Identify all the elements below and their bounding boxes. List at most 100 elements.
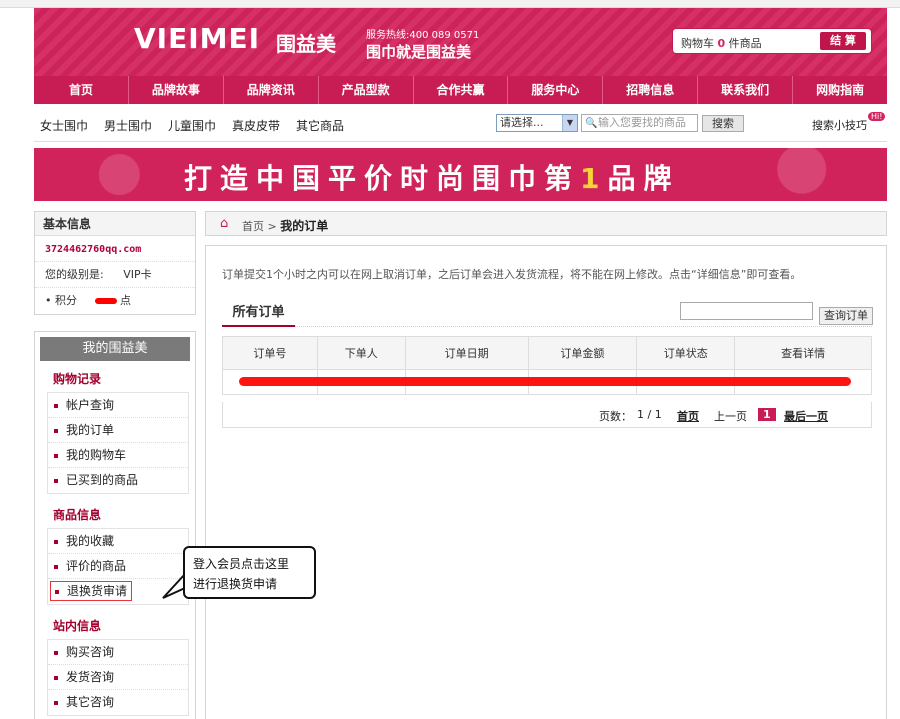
nav-products[interactable]: 产品型款 bbox=[319, 76, 414, 104]
search-input[interactable]: 🔍 输入您要找的商品 bbox=[581, 114, 698, 132]
user-email: 3724462760qq.com bbox=[45, 244, 142, 255]
col-order-date: 订单日期 bbox=[404, 336, 529, 370]
points-redacted bbox=[94, 298, 117, 304]
basic-info-panel: 基本信息 3724462760qq.com 您的级别是: VIP卡 • 积分 点 bbox=[34, 211, 196, 315]
pager-pages: 1 / 1 bbox=[637, 408, 662, 421]
orders-panel: 订单提交1个小时之内可以在网上取消订单，之后订单会进入发货流程，将不能在网上修改… bbox=[205, 245, 887, 719]
cart-label: 购物车 bbox=[681, 37, 714, 50]
cart-unit: 件商品 bbox=[728, 37, 762, 50]
level-value: VIP卡 bbox=[123, 268, 152, 281]
banner-post: 品牌 bbox=[607, 162, 680, 195]
banner-number: 1 bbox=[580, 162, 608, 195]
pager-label: 页数： bbox=[599, 410, 632, 423]
section-site-messages: 站内信息 bbox=[53, 619, 102, 633]
site-header: VIEIMEI 围益美 服务热线:400 089 0571 围巾就是围益美 购物… bbox=[34, 8, 887, 76]
table-header-row: 订单号 下单人 订单日期 订单金额 订单状态 查看详情 bbox=[222, 336, 872, 370]
level-label: 您的级别是: bbox=[45, 268, 104, 281]
top-strip bbox=[0, 0, 900, 8]
section-shopping-records: 购物记录 bbox=[53, 372, 102, 386]
col-order-no: 订单号 bbox=[222, 336, 318, 370]
breadcrumb-current: 我的订单 bbox=[280, 219, 329, 233]
col-status: 订单状态 bbox=[636, 336, 736, 370]
menu-purchased[interactable]: 已买到的商品 bbox=[48, 468, 188, 493]
cart-count: 0 bbox=[717, 37, 726, 50]
basic-info-box: 基本信息 3724462760qq.com 您的级别是: VIP卡 • 积分 点 bbox=[34, 211, 196, 315]
section-product-info: 商品信息 bbox=[53, 508, 102, 522]
category-select-value: 请选择... bbox=[500, 116, 544, 129]
search-placeholder: 输入您要找的商品 bbox=[598, 116, 686, 129]
cart-box[interactable]: 购物车 0 件商品 结 算 bbox=[672, 28, 872, 54]
order-query-input[interactable] bbox=[680, 302, 813, 320]
slogan: 围巾就是围益美 bbox=[366, 43, 472, 61]
my-account-menu: 我的围益美 购物记录 帐户查询 我的订单 我的购物车 已买到的商品 商品信息 我… bbox=[34, 331, 196, 719]
search-tips-link[interactable]: 搜索小技巧 bbox=[812, 117, 867, 133]
user-level-line: 您的级别是: VIP卡 bbox=[35, 262, 195, 288]
nav-brand-story[interactable]: 品牌故事 bbox=[129, 76, 224, 104]
menu-account-query[interactable]: 帐户查询 bbox=[48, 393, 188, 418]
hot-badge: Hi! bbox=[868, 112, 886, 121]
nav-cooperation[interactable]: 合作共赢 bbox=[414, 76, 509, 104]
pagination: 页数： 1 / 1 首页 上一页 1 最后一页 bbox=[222, 402, 872, 428]
promo-banner[interactable]: 打造中国平价时尚围巾第1品牌 bbox=[34, 148, 887, 201]
nav-guide[interactable]: 网购指南 bbox=[793, 76, 887, 104]
home-icon[interactable]: ⌂ bbox=[220, 216, 228, 231]
category-belts[interactable]: 真皮皮带 bbox=[232, 117, 280, 134]
menu-shopping: 帐户查询 我的订单 我的购物车 已买到的商品 bbox=[47, 392, 189, 494]
hotline: 服务热线:400 089 0571 bbox=[366, 30, 480, 41]
query-order-button[interactable]: 查询订单 bbox=[819, 307, 873, 325]
category-kids[interactable]: 儿童围巾 bbox=[168, 117, 216, 134]
breadcrumb-text: 首页 > 我的订单 bbox=[242, 217, 328, 234]
orders-table: 订单号 下单人 订单日期 订单金额 订单状态 查看详情 bbox=[222, 336, 872, 395]
category-women[interactable]: 女士围巾 bbox=[40, 117, 88, 134]
breadcrumb-home[interactable]: 首页 bbox=[242, 220, 264, 233]
user-email-line: 3724462760qq.com bbox=[35, 236, 195, 262]
category-men[interactable]: 男士围巾 bbox=[104, 117, 152, 134]
order-notice: 订单提交1个小时之内可以在网上取消订单，之后订单会进入发货流程，将不能在网上修改… bbox=[222, 268, 802, 281]
col-buyer: 下单人 bbox=[316, 336, 406, 370]
category-other[interactable]: 其它商品 bbox=[296, 117, 344, 134]
callout-note: 登入会员点击这里 进行退换货申请 bbox=[183, 546, 316, 599]
col-details: 查看详情 bbox=[734, 336, 872, 370]
menu-my-orders[interactable]: 我的订单 bbox=[48, 418, 188, 443]
pager-current[interactable]: 1 bbox=[758, 408, 776, 421]
breadcrumb-sep: > bbox=[267, 220, 277, 233]
banner-pre: 打造中国平价时尚围巾第 bbox=[184, 162, 581, 195]
my-account-title: 我的围益美 bbox=[40, 337, 190, 361]
menu-favorites[interactable]: 我的收藏 bbox=[48, 529, 188, 554]
points-unit: 点 bbox=[120, 294, 131, 307]
banner-text: 打造中国平价时尚围巾第1品牌 bbox=[184, 157, 680, 197]
nav-brand-news[interactable]: 品牌资讯 bbox=[224, 76, 319, 104]
menu-shipping-inquiry[interactable]: 发货咨询 bbox=[48, 665, 188, 690]
pager-first[interactable]: 首页 bbox=[677, 408, 699, 424]
basic-info-title: 基本信息 bbox=[35, 212, 195, 236]
points-label: 积分 bbox=[55, 294, 77, 307]
nav-service[interactable]: 服务中心 bbox=[508, 76, 604, 104]
nav-jobs[interactable]: 招聘信息 bbox=[603, 76, 699, 104]
callout-line2: 进行退换货申请 bbox=[193, 577, 278, 591]
logo[interactable]: VIEIMEI bbox=[134, 22, 260, 55]
col-amount: 订单金额 bbox=[527, 336, 638, 370]
logo-cn: 围益美 bbox=[276, 32, 336, 56]
user-points-line: • 积分 点 bbox=[45, 294, 131, 307]
nav-contact[interactable]: 联系我们 bbox=[698, 76, 794, 104]
menu-my-cart[interactable]: 我的购物车 bbox=[48, 443, 188, 468]
chevron-down-icon: ▼ bbox=[562, 115, 577, 131]
returns-highlight[interactable]: 退换货审请 bbox=[50, 581, 133, 601]
search-button[interactable]: 搜索 bbox=[702, 115, 744, 132]
menu-purchase-inquiry[interactable]: 购买咨询 bbox=[48, 640, 188, 665]
menu-messages: 购买咨询 发货咨询 其它咨询 bbox=[47, 639, 189, 716]
breadcrumb: ⌂ 首页 > 我的订单 bbox=[205, 211, 887, 236]
callout-line1: 登入会员点击这里 bbox=[193, 557, 290, 571]
category-select[interactable]: 请选择... ▼ bbox=[496, 114, 578, 132]
tab-all-orders[interactable]: 所有订单 bbox=[222, 302, 295, 327]
orders-tab-line: 所有订单 查询订单 bbox=[222, 294, 873, 327]
pager-prev[interactable]: 上一页 bbox=[714, 408, 747, 424]
menu-other-inquiry[interactable]: 其它咨询 bbox=[48, 690, 188, 715]
pager-last[interactable]: 最后一页 bbox=[784, 408, 828, 424]
redaction-line bbox=[239, 377, 851, 386]
checkout-button[interactable]: 结 算 bbox=[820, 32, 866, 50]
search-icon: 🔍 bbox=[585, 118, 598, 129]
cart-text: 购物车 0 件商品 bbox=[681, 35, 762, 51]
main-nav: 首页 品牌故事 品牌资讯 产品型款 合作共赢 服务中心 招聘信息 联系我们 网购… bbox=[34, 76, 887, 104]
nav-home[interactable]: 首页 bbox=[34, 76, 129, 104]
